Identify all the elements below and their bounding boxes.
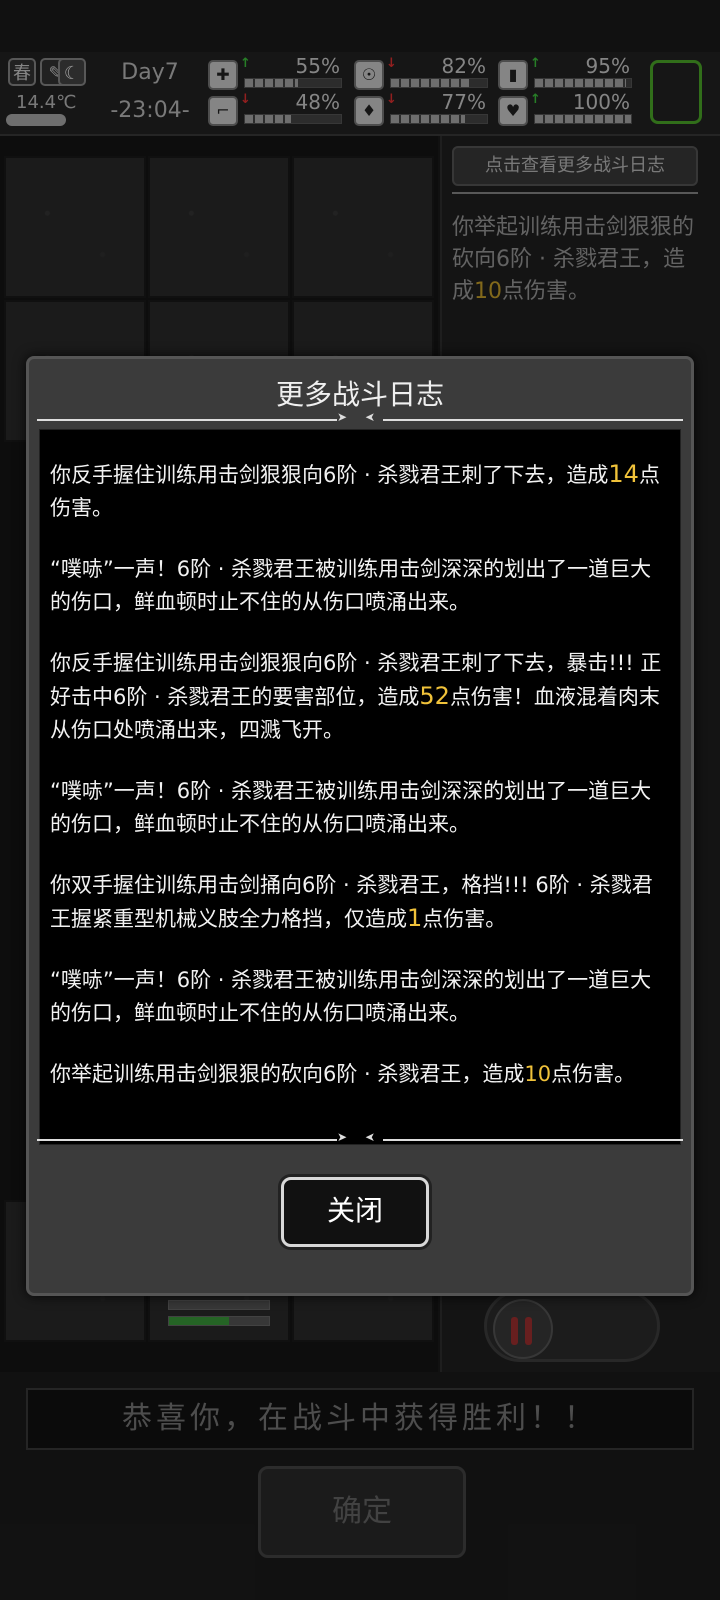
- close-button[interactable]: 关闭: [281, 1177, 429, 1247]
- arrow-left-icon: ➤: [365, 1130, 376, 1144]
- log-entry: 你反手握住训练用击剑狠狠向6阶 · 杀戮君王刺了下去，暴击!!! 正好击中6阶 …: [50, 647, 670, 747]
- divider-line: [37, 1139, 337, 1141]
- log-entry: “噗哧”一声！6阶 · 杀戮君王被训练用击剑深深的划出了一道巨大的伤口，鲜血顿时…: [50, 964, 670, 1030]
- arrow-right-icon: ➤: [337, 1130, 348, 1144]
- log-text: “噗哧”一声！6阶 · 杀戮君王被训练用击剑深深的划出了一道巨大的伤口，鲜血顿时…: [50, 557, 652, 614]
- divider-line: [383, 1139, 683, 1141]
- log-text-end: 点伤害。: [551, 1062, 636, 1086]
- log-text: “噗哧”一声！6阶 · 杀戮君王被训练用击剑深深的划出了一道巨大的伤口，鲜血顿时…: [50, 968, 652, 1025]
- log-text: 你举起训练用击剑狠狠的砍向6阶 · 杀戮君王，造成: [50, 1062, 525, 1086]
- divider-line: [383, 419, 683, 421]
- log-text-end: 点伤害。: [422, 907, 507, 931]
- log-text: 你反手握住训练用击剑狠狠向6阶 · 杀戮君王刺了下去，造成: [50, 463, 609, 487]
- battle-log-dialog: 更多战斗日志 ➤ ➤ 你反手握住训练用击剑狠狠向6阶 · 杀戮君王刺了下去，造成…: [26, 356, 694, 1296]
- arrow-right-icon: ➤: [337, 410, 348, 424]
- damage-number: 1: [407, 904, 423, 932]
- arrow-left-icon: ➤: [365, 410, 376, 424]
- divider-line: [37, 419, 337, 421]
- damage-number: 14: [608, 460, 639, 488]
- log-entry: 你举起训练用击剑狠狠的砍向6阶 · 杀戮君王，造成10点伤害。: [50, 1058, 670, 1091]
- dialog-title: 更多战斗日志: [275, 378, 444, 411]
- damage-number: 52: [419, 682, 450, 710]
- bottom-divider: ➤ ➤: [37, 1130, 683, 1144]
- log-scroll-area[interactable]: 你反手握住训练用击剑狠狠向6阶 · 杀戮君王刺了下去，造成14点伤害。 “噗哧”…: [39, 429, 681, 1145]
- log-entry: “噗哧”一声！6阶 · 杀戮君王被训练用击剑深深的划出了一道巨大的伤口，鲜血顿时…: [50, 553, 670, 619]
- log-text: “噗哧”一声！6阶 · 杀戮君王被训练用击剑深深的划出了一道巨大的伤口，鲜血顿时…: [50, 779, 652, 836]
- log-entry: 你双手握住训练用击剑捅向6阶 · 杀戮君王，格挡!!! 6阶 · 杀戮君王握紧重…: [50, 869, 670, 936]
- damage-number: 10: [524, 1062, 552, 1086]
- log-text: 你双手握住训练用击剑捅向6阶 · 杀戮君王，格挡!!! 6阶 · 杀戮君王握紧重…: [50, 873, 653, 931]
- title-divider: ➤ ➤: [37, 410, 683, 424]
- log-entry: “噗哧”一声！6阶 · 杀戮君王被训练用击剑深深的划出了一道巨大的伤口，鲜血顿时…: [50, 775, 670, 841]
- log-entry: 你反手握住训练用击剑狠狠向6阶 · 杀戮君王刺了下去，造成14点伤害。: [50, 458, 670, 525]
